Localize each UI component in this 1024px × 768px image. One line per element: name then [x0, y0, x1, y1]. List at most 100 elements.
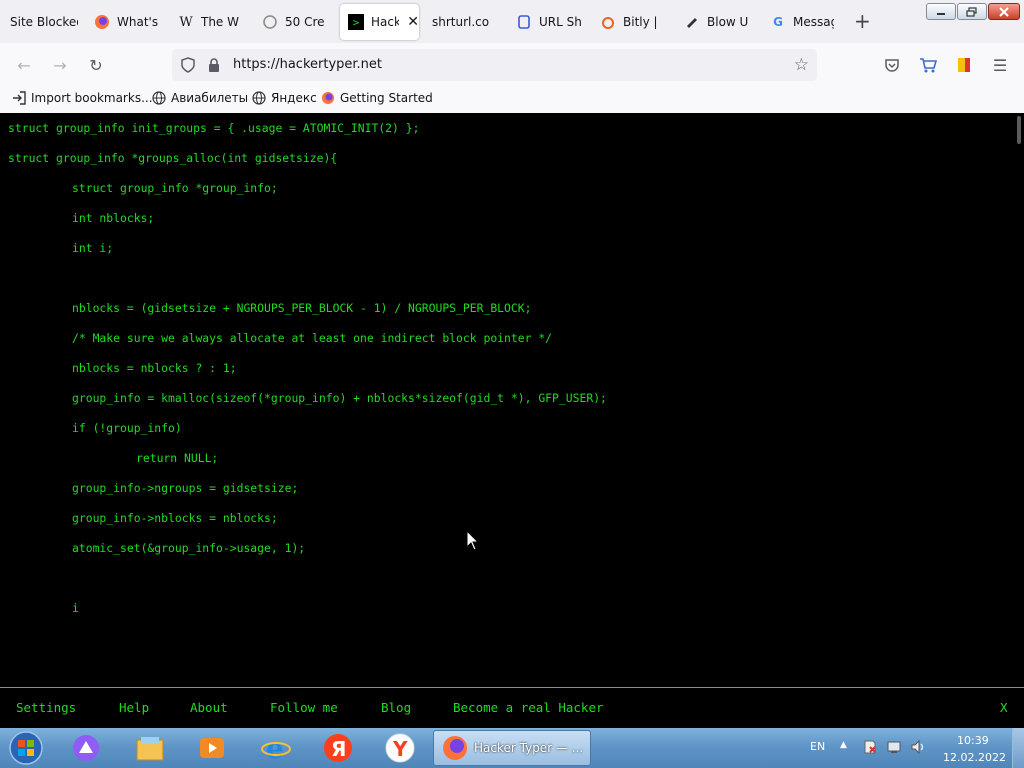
close-tab-icon[interactable]: ✕ [407, 14, 419, 30]
tab-messag[interactable]: G Messag [770, 4, 834, 40]
bookmarks-toolbar: Import bookmarks... Авиабилеты Яндекс Ge… [0, 87, 1024, 114]
tab-label: Bitly | P [623, 15, 662, 29]
alice-icon[interactable] [70, 732, 102, 764]
code-line: group_info->nblocks = nblocks; [72, 511, 278, 525]
scrollbar-thumb[interactable] [1017, 116, 1021, 144]
bookmark-getting-started[interactable]: Getting Started [321, 91, 433, 105]
tab-shrturl[interactable]: shrturl.co [432, 4, 502, 40]
tab-label: Messag [793, 15, 834, 29]
maximize-button[interactable] [957, 3, 987, 20]
about-link[interactable]: About [190, 700, 228, 715]
show-desktop-button[interactable] [1012, 728, 1024, 768]
tab-the-w[interactable]: W The W [178, 4, 240, 40]
follow-me-link[interactable]: Follow me [270, 700, 338, 715]
minimize-button[interactable] [926, 3, 956, 20]
hacker-typer-terminal[interactable]: struct group_info init_groups = { .usage… [0, 113, 1024, 687]
tab-blow-u[interactable]: Blow U [684, 4, 748, 40]
tab-label: Hack [371, 15, 400, 29]
scrollbar[interactable] [1012, 113, 1024, 687]
code-line: struct group_info *group_info; [72, 181, 278, 195]
extension-icon[interactable] [954, 55, 974, 75]
footer-menu: Settings Help About Follow me Blog Becom… [0, 687, 1024, 728]
tab-label: The W [201, 15, 239, 29]
tab-bitly[interactable]: Bitly | P [600, 4, 662, 40]
firefox-icon [321, 91, 335, 105]
bookmark-star-icon[interactable]: ☆ [794, 55, 809, 75]
code-line: group_info->ngroups = gidsetsize; [72, 481, 299, 495]
menu-icon[interactable]: ☰ [990, 55, 1010, 75]
explorer-icon[interactable] [134, 732, 166, 764]
tab-label: shrturl.co [432, 15, 490, 29]
action-center-icon[interactable] [862, 739, 878, 758]
tab-label: Blow U [707, 15, 748, 29]
navigation-bar: ← → ↻ https://hackertyper.net ☆ ☰ [0, 43, 1024, 87]
code-line: if (!group_info) [72, 421, 182, 435]
pen-icon [684, 14, 700, 30]
forward-icon[interactable]: → [50, 55, 70, 75]
bitly-icon [600, 14, 616, 30]
bookmark-label: Авиабилеты [171, 91, 249, 105]
yandex-browser-icon[interactable]: Y [384, 732, 416, 764]
code-line: group_info = kmalloc(sizeof(*group_info)… [72, 391, 607, 405]
pocket-icon[interactable] [882, 55, 902, 75]
bookmark-aviabilety[interactable]: Авиабилеты [152, 91, 248, 105]
tab-50-crea[interactable]: 50 Crea [262, 4, 324, 40]
tab-hackertyper[interactable]: > Hack ✕ [340, 4, 419, 40]
globe-icon [152, 91, 166, 105]
reload-icon[interactable]: ↻ [86, 55, 106, 75]
show-hidden-icons-icon[interactable]: ▲ [840, 740, 847, 750]
bookmark-yandex[interactable]: Яндекс [252, 91, 317, 105]
firefox-icon [94, 14, 110, 30]
url-shortener-icon [516, 14, 532, 30]
windows-taskbar: e Я Y Hacker Typer — ... EN ▲ 10:39 12.0… [0, 728, 1024, 768]
taskbar-firefox-window[interactable]: Hacker Typer — ... [433, 730, 591, 766]
new-tab-button[interactable]: + [854, 11, 871, 31]
wikipedia-icon: W [179, 14, 193, 30]
bookmark-label: Яндекс [271, 91, 317, 105]
minimize-icon [937, 12, 945, 15]
back-icon[interactable]: ← [14, 55, 34, 75]
media-player-icon[interactable] [196, 732, 228, 764]
network-icon[interactable] [886, 739, 902, 758]
volume-icon[interactable] [910, 739, 926, 758]
settings-link[interactable]: Settings [16, 700, 76, 715]
code-line: struct group_info init_groups = { .usage… [8, 121, 420, 135]
ie-icon[interactable]: e [260, 732, 292, 764]
page-icon [262, 14, 278, 30]
address-bar[interactable]: https://hackertyper.net ☆ [172, 49, 817, 81]
close-window-button[interactable] [988, 3, 1020, 20]
taskbar-window-label: Hacker Typer — ... [474, 741, 584, 755]
shield-icon[interactable] [180, 57, 196, 77]
terminal-icon: > [348, 14, 364, 30]
tab-label: URL Sho [539, 15, 582, 29]
code-line: nblocks = (gidsetsize + NGROUPS_PER_BLOC… [72, 301, 532, 315]
tab-url-sho[interactable]: URL Sho [516, 4, 582, 40]
firefox-icon [442, 735, 468, 761]
close-icon [999, 6, 1009, 17]
tab-label: Site Blocked [10, 15, 78, 29]
cart-icon[interactable] [918, 55, 938, 75]
yandex-icon[interactable]: Я [322, 732, 354, 764]
language-indicator[interactable]: EN [810, 740, 825, 753]
svg-text:Y: Y [392, 737, 408, 761]
code-line: int nblocks; [72, 211, 155, 225]
clock-time[interactable]: 10:39 [957, 734, 989, 747]
google-icon: G [773, 15, 783, 29]
close-footer-button[interactable]: X [1000, 700, 1008, 715]
bookmark-label: Import bookmarks... [31, 91, 153, 105]
tab-whats[interactable]: What's [94, 4, 158, 40]
lock-icon[interactable] [207, 57, 221, 77]
become-hacker-link[interactable]: Become a real Hacker [453, 700, 604, 715]
start-button[interactable] [6, 730, 46, 766]
help-link[interactable]: Help [119, 700, 149, 715]
bookmark-import[interactable]: Import bookmarks... [12, 91, 153, 105]
tab-label: What's [117, 15, 158, 29]
tab-site-blocked[interactable]: Site Blocked [10, 4, 78, 40]
code-line: return NULL; [136, 451, 219, 465]
mouse-cursor-icon [466, 530, 480, 551]
blog-link[interactable]: Blog [381, 700, 411, 715]
globe-icon [252, 91, 266, 105]
clock-date[interactable]: 12.02.2022 [943, 751, 1006, 764]
restore-icon [966, 6, 977, 17]
code-line: nblocks = nblocks ? : 1; [72, 361, 237, 375]
